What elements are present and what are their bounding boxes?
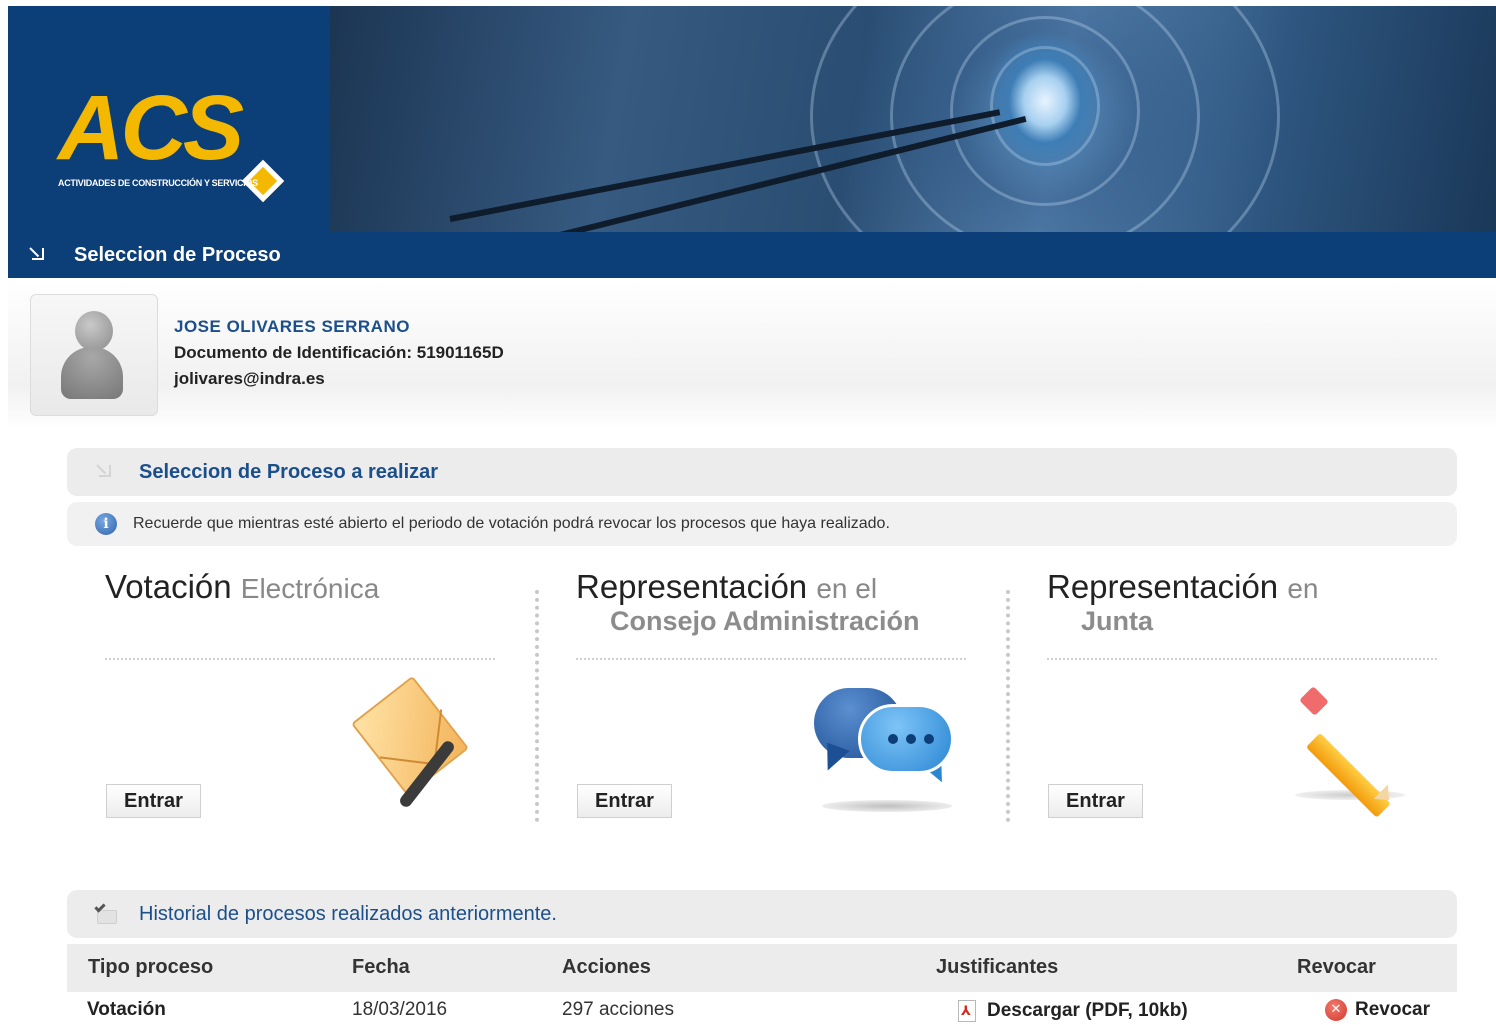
info-icon: i xyxy=(95,513,117,535)
header-banner: ACS ACTIVIDADES DE CONSTRUCCIÓN Y SERVIC… xyxy=(8,6,1496,232)
acs-logo: ACS ACTIVIDADES DE CONSTRUCCIÓN Y SERVIC… xyxy=(8,6,330,232)
card-title: Representación en el xyxy=(576,568,878,605)
user-panel: JOSE OLIVARES SERRANO Documento de Ident… xyxy=(8,280,1496,430)
notice-text: Recuerde que mientras esté abierto el pe… xyxy=(133,515,890,532)
enter-vote-button[interactable]: Entrar xyxy=(106,784,201,818)
column-header-acciones: Acciones xyxy=(562,956,651,978)
column-header-fecha: Fecha xyxy=(352,956,410,978)
logo-text: ACS xyxy=(58,77,244,179)
selection-title: Seleccion de Proceso a realizar xyxy=(139,460,439,483)
chat-bubbles-icon xyxy=(814,688,964,818)
history-table-header: Tipo proceso Fecha Acciones Justificante… xyxy=(67,944,1457,992)
download-receipt-link[interactable]: ⅄ Descargar (PDF, 10kb) xyxy=(955,999,1188,1023)
row-acciones: 297 acciones xyxy=(562,999,674,1020)
arrow-down-right-icon xyxy=(95,462,111,483)
checked-box-icon xyxy=(93,901,117,924)
enter-board-button[interactable]: Entrar xyxy=(577,784,672,818)
column-header-tipo: Tipo proceso xyxy=(88,956,214,978)
user-info: JOSE OLIVARES SERRANO Documento de Ident… xyxy=(174,314,504,392)
selection-header: Seleccion de Proceso a realizar xyxy=(67,448,1457,496)
revoke-notice: i Recuerde que mientras esté abierto el … xyxy=(67,502,1457,546)
pencil-icon xyxy=(1295,686,1415,818)
table-row: Votación 18/03/2016 297 acciones ⅄ Descar… xyxy=(67,996,1457,1025)
avatar xyxy=(30,294,158,416)
tunnel-banner-image xyxy=(330,6,1496,232)
card-divider-line xyxy=(576,658,966,660)
card-divider-line xyxy=(105,658,495,660)
column-header-revocar: Revocar xyxy=(1297,956,1376,978)
card-electronic-vote: Votación Electrónica Entrar xyxy=(105,570,535,820)
user-silhouette-icon xyxy=(75,311,113,351)
column-header-justificantes: Justificantes xyxy=(936,956,1059,978)
history-header: Historial de procesos realizados anterio… xyxy=(67,890,1457,938)
card-board-representation: Representación en el Consejo Administrac… xyxy=(576,570,1006,820)
row-tipo: Votación xyxy=(87,999,166,1020)
user-name: JOSE OLIVARES SERRANO xyxy=(174,317,410,336)
card-divider xyxy=(1006,590,1010,822)
user-document: Documento de Identificación: 51901165D xyxy=(174,343,504,362)
card-meeting-representation: Representación en Junta Entrar xyxy=(1047,570,1477,820)
card-title: Votación Electrónica xyxy=(105,568,380,605)
revoke-link[interactable]: ✕ Revocar xyxy=(1325,999,1430,1021)
row-fecha: 18/03/2016 xyxy=(352,999,448,1020)
process-cards: Votación Electrónica Entrar Representaci… xyxy=(67,570,1457,830)
history-title: Historial de procesos realizados anterio… xyxy=(139,902,557,925)
user-email: jolivares@indra.es xyxy=(174,369,325,388)
card-title: Representación en xyxy=(1047,568,1319,605)
pdf-icon: ⅄ xyxy=(955,999,979,1023)
arrow-down-right-icon xyxy=(28,245,48,265)
enter-meeting-button[interactable]: Entrar xyxy=(1048,784,1143,818)
card-divider-line xyxy=(1047,658,1437,660)
page-title: Seleccion de Proceso xyxy=(74,243,281,266)
logo-subtitle: ACTIVIDADES DE CONSTRUCCIÓN Y SERVICIOS xyxy=(58,178,258,188)
card-divider xyxy=(535,590,539,822)
page-title-bar: Seleccion de Proceso xyxy=(8,232,1496,278)
envelope-icon xyxy=(350,675,481,810)
close-icon: ✕ xyxy=(1325,999,1347,1021)
